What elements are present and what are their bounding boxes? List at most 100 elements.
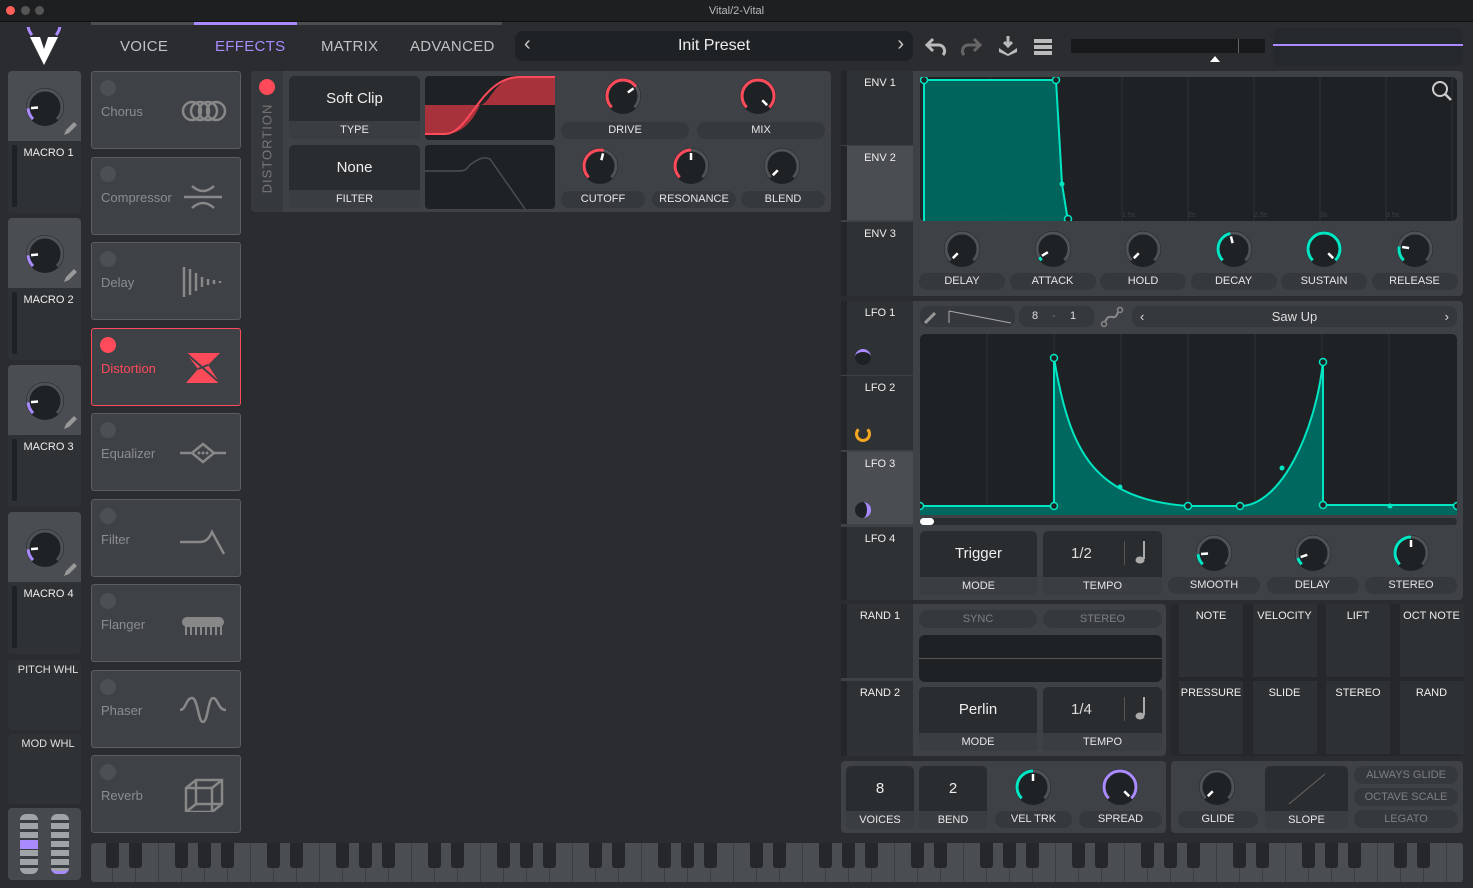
black-key[interactable] xyxy=(1417,843,1430,868)
tab-voice[interactable]: VOICE xyxy=(120,38,168,55)
black-key[interactable] xyxy=(1164,843,1177,868)
distortion-type-selector[interactable]: Soft Clip TYPE xyxy=(289,76,420,139)
legato-toggle[interactable]: LEGATO xyxy=(1354,810,1458,828)
effect-equalizer[interactable]: Equalizer xyxy=(91,413,241,491)
lfo2-tab[interactable]: LFO 2 xyxy=(841,376,913,450)
glide-knob[interactable] xyxy=(1197,767,1237,812)
grid-x-value[interactable]: 8 xyxy=(1032,306,1038,327)
rand1-tab[interactable]: RAND 1 xyxy=(841,604,913,678)
octave-scale-toggle[interactable]: OCTAVE SCALE xyxy=(1354,788,1458,806)
black-key[interactable] xyxy=(1302,843,1315,868)
random-mode-selector[interactable]: Perlin MODE xyxy=(919,687,1037,751)
black-key[interactable] xyxy=(175,843,188,868)
effect-distortion[interactable]: Distortion xyxy=(91,328,241,406)
black-key[interactable] xyxy=(1187,843,1200,868)
black-key[interactable] xyxy=(1348,843,1361,868)
effect-power-toggle[interactable] xyxy=(100,508,116,524)
edit-pencil-icon[interactable] xyxy=(62,562,78,578)
macro-1-knob[interactable] xyxy=(24,86,66,133)
black-key[interactable] xyxy=(520,843,533,868)
lfo-phase-scrollbar[interactable] xyxy=(920,518,1457,525)
black-key[interactable] xyxy=(704,843,717,868)
black-key[interactable] xyxy=(106,843,119,868)
effect-power-toggle[interactable] xyxy=(100,166,116,182)
random-tempo-selector[interactable]: 1/4 TEMPO xyxy=(1043,687,1162,751)
mod-source-velocity[interactable]: VELOCITY xyxy=(1246,604,1317,677)
black-key[interactable] xyxy=(428,843,441,868)
black-key[interactable] xyxy=(267,843,280,868)
edit-pencil-icon[interactable] xyxy=(62,415,78,431)
black-key[interactable] xyxy=(359,843,372,868)
menu-icon[interactable] xyxy=(1034,38,1054,56)
preset-selector[interactable]: ‹ Init Preset › xyxy=(515,31,913,61)
voices-selector[interactable]: 8 VOICES xyxy=(846,766,914,829)
black-key[interactable] xyxy=(1325,843,1338,868)
lfo-mode-selector[interactable]: Trigger MODE xyxy=(920,531,1037,595)
effect-power-toggle[interactable] xyxy=(100,593,116,609)
black-key[interactable] xyxy=(980,843,993,868)
lfo-tempo-selector[interactable]: 1/2 TEMPO xyxy=(1043,531,1162,595)
volume-meter[interactable] xyxy=(1071,39,1265,53)
mix-knob[interactable] xyxy=(738,76,778,121)
black-key[interactable] xyxy=(1095,843,1108,868)
lfo-delay-knob[interactable] xyxy=(1293,533,1333,578)
black-key[interactable] xyxy=(865,843,878,868)
edit-pencil-icon[interactable] xyxy=(62,268,78,284)
mod-source-stereo[interactable]: STEREO xyxy=(1320,681,1390,754)
env-sustain-knob[interactable] xyxy=(1304,229,1344,274)
black-key[interactable] xyxy=(1233,843,1246,868)
black-key[interactable] xyxy=(543,843,556,868)
env-decay-knob[interactable] xyxy=(1214,229,1254,274)
tab-advanced[interactable]: ADVANCED xyxy=(410,38,495,55)
lfo-smooth-knob[interactable] xyxy=(1194,533,1234,578)
tab-effects[interactable]: EFFECTS xyxy=(215,38,285,55)
black-key[interactable] xyxy=(1141,843,1154,868)
black-key[interactable] xyxy=(382,843,395,868)
black-key[interactable] xyxy=(773,843,786,868)
envelope-graph[interactable]: 500ms1s1.5s2s2.5s3s3.5s xyxy=(920,77,1457,221)
distortion-power-toggle[interactable] xyxy=(259,79,275,95)
velocity-tracking-knob[interactable] xyxy=(1013,767,1053,812)
grid-size-selector[interactable]: 8 - 1 xyxy=(1019,306,1094,327)
env-attack-knob[interactable] xyxy=(1033,229,1073,274)
preset-name[interactable]: Init Preset xyxy=(515,37,913,55)
black-key[interactable] xyxy=(497,843,510,868)
black-key[interactable] xyxy=(1072,843,1085,868)
cutoff-knob[interactable] xyxy=(580,146,620,191)
lfo-stereo-knob[interactable] xyxy=(1391,533,1431,578)
black-key[interactable] xyxy=(934,843,947,868)
mod-source-lift[interactable]: LIFT xyxy=(1320,604,1390,677)
resonance-knob[interactable] xyxy=(671,146,711,191)
black-key[interactable] xyxy=(198,843,211,868)
black-key[interactable] xyxy=(221,843,234,868)
black-key[interactable] xyxy=(750,843,763,868)
macro-2-knob[interactable] xyxy=(24,233,66,280)
lfo3-tab[interactable]: LFO 3 xyxy=(841,452,913,524)
paint-brush-selector[interactable] xyxy=(920,306,1015,327)
random-sync-toggle[interactable]: SYNC xyxy=(919,610,1037,628)
effect-compressor[interactable]: Compressor xyxy=(91,157,241,235)
mod-wheel[interactable] xyxy=(51,814,69,874)
black-key[interactable] xyxy=(819,843,832,868)
effect-flanger[interactable]: Flanger xyxy=(91,584,241,662)
black-key[interactable] xyxy=(842,843,855,868)
effect-phaser[interactable]: Phaser xyxy=(91,670,241,748)
volume-slider-handle[interactable] xyxy=(1210,56,1220,62)
mod-source-slide[interactable]: SLIDE xyxy=(1246,681,1317,754)
black-key[interactable] xyxy=(1026,843,1039,868)
macro-3-knob[interactable] xyxy=(24,380,66,427)
bend-selector[interactable]: 2 BEND xyxy=(919,766,987,829)
pitch-wheel[interactable] xyxy=(20,814,38,874)
black-key[interactable] xyxy=(612,843,625,868)
white-key[interactable] xyxy=(1448,843,1463,882)
lfo4-tab[interactable]: LFO 4 xyxy=(841,527,913,600)
black-key[interactable] xyxy=(589,843,602,868)
env-hold-knob[interactable] xyxy=(1123,229,1163,274)
effect-power-toggle[interactable] xyxy=(100,251,116,267)
grid-y-value[interactable]: 1 xyxy=(1070,306,1076,327)
effect-reverb[interactable]: Reverb xyxy=(91,755,241,833)
effect-power-toggle[interactable] xyxy=(100,422,116,438)
note-icon[interactable] xyxy=(1135,697,1147,721)
effect-delay[interactable]: Delay xyxy=(91,242,241,320)
redo-icon[interactable] xyxy=(960,35,982,57)
